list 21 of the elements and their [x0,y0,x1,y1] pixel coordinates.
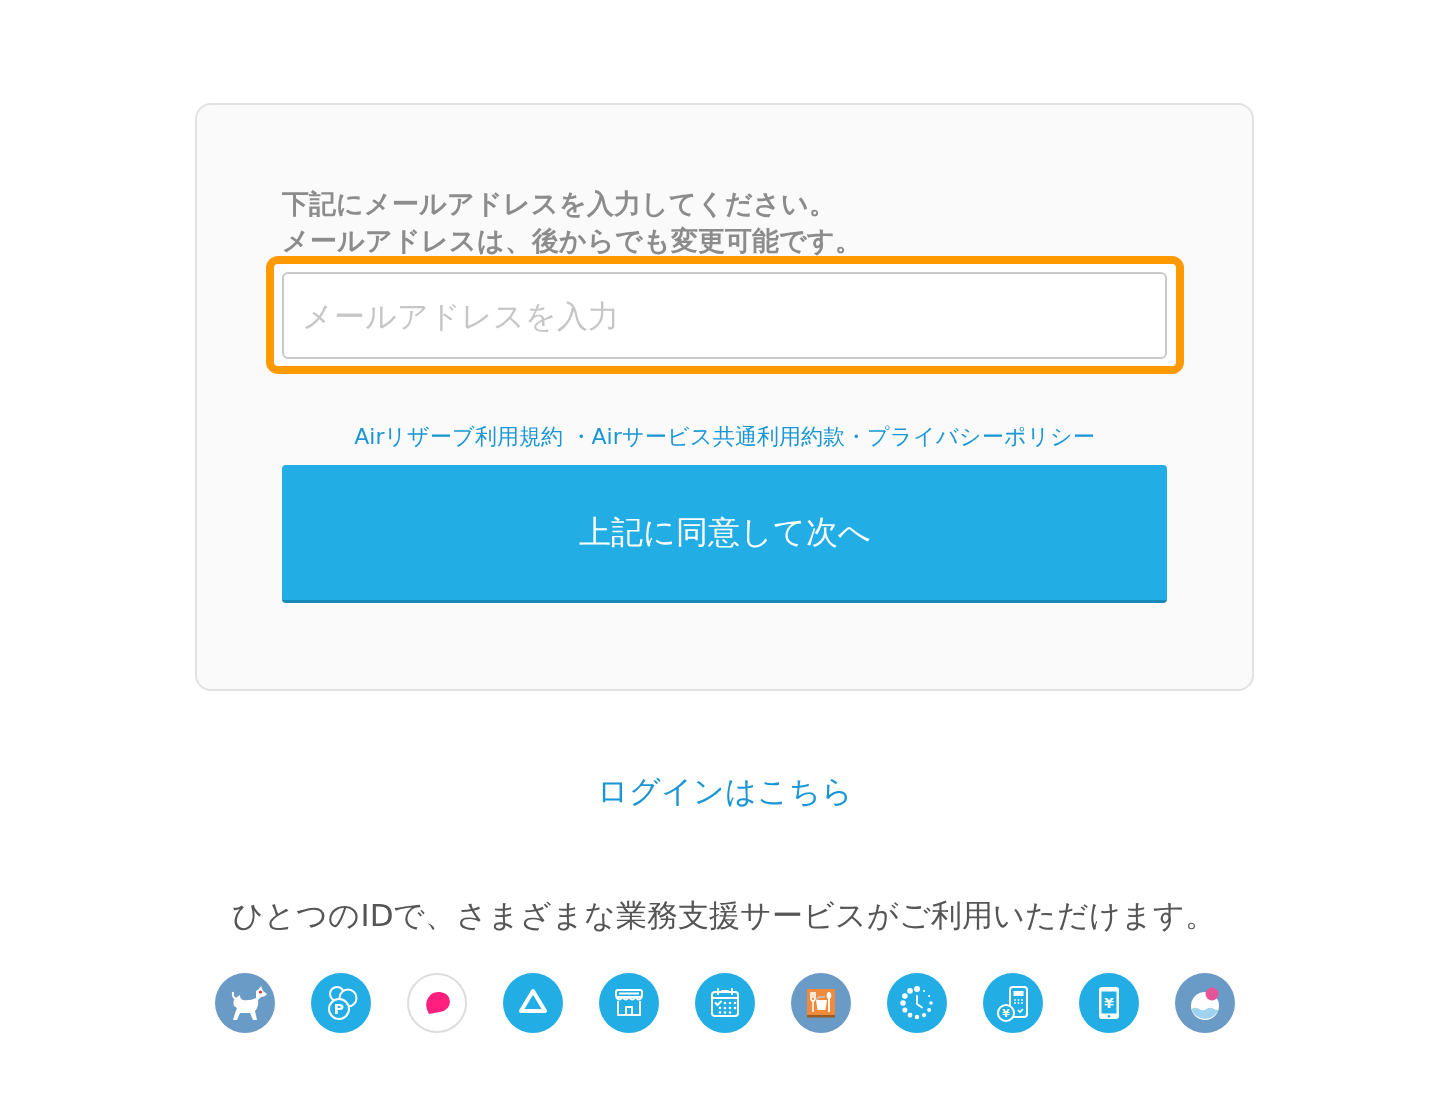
separator-dot: ・ [569,423,592,451]
instruction-text: 下記にメールアドレスを入力してください。 [282,187,837,221]
email-input[interactable]: メールアドレスを入力 [282,272,1167,359]
clock-icon [886,973,947,1033]
terms-link[interactable]: Airサービス共通利用約款 [591,423,845,451]
login-link[interactable]: ログインはこちら [596,773,853,809]
calendar-icon [694,973,755,1033]
payment-terminal-icon: ¥ [982,973,1043,1033]
cutlery-icon [790,973,851,1033]
separator-dot: ・ [844,423,867,451]
coins-icon: P [310,973,371,1033]
tagline-text: ひとつのIDで、さまざまな業務支援サービスがご利用いただけます。 [232,897,1217,933]
storefront-icon [598,973,659,1033]
agree-next-button[interactable]: 上記に同意して次へ [282,465,1167,603]
terms-link[interactable]: プライバシーポリシー [866,423,1095,451]
speech-bubble-icon [406,973,467,1033]
smartphone-icon: ¥ [1078,973,1139,1033]
dog-icon [214,973,275,1033]
circle-wave-icon [1174,973,1235,1033]
instruction-text: メールアドレスは、後からでも変更可能です。 [282,224,863,258]
terms-link[interactable]: Airリザーブ利用規約 [354,423,564,451]
